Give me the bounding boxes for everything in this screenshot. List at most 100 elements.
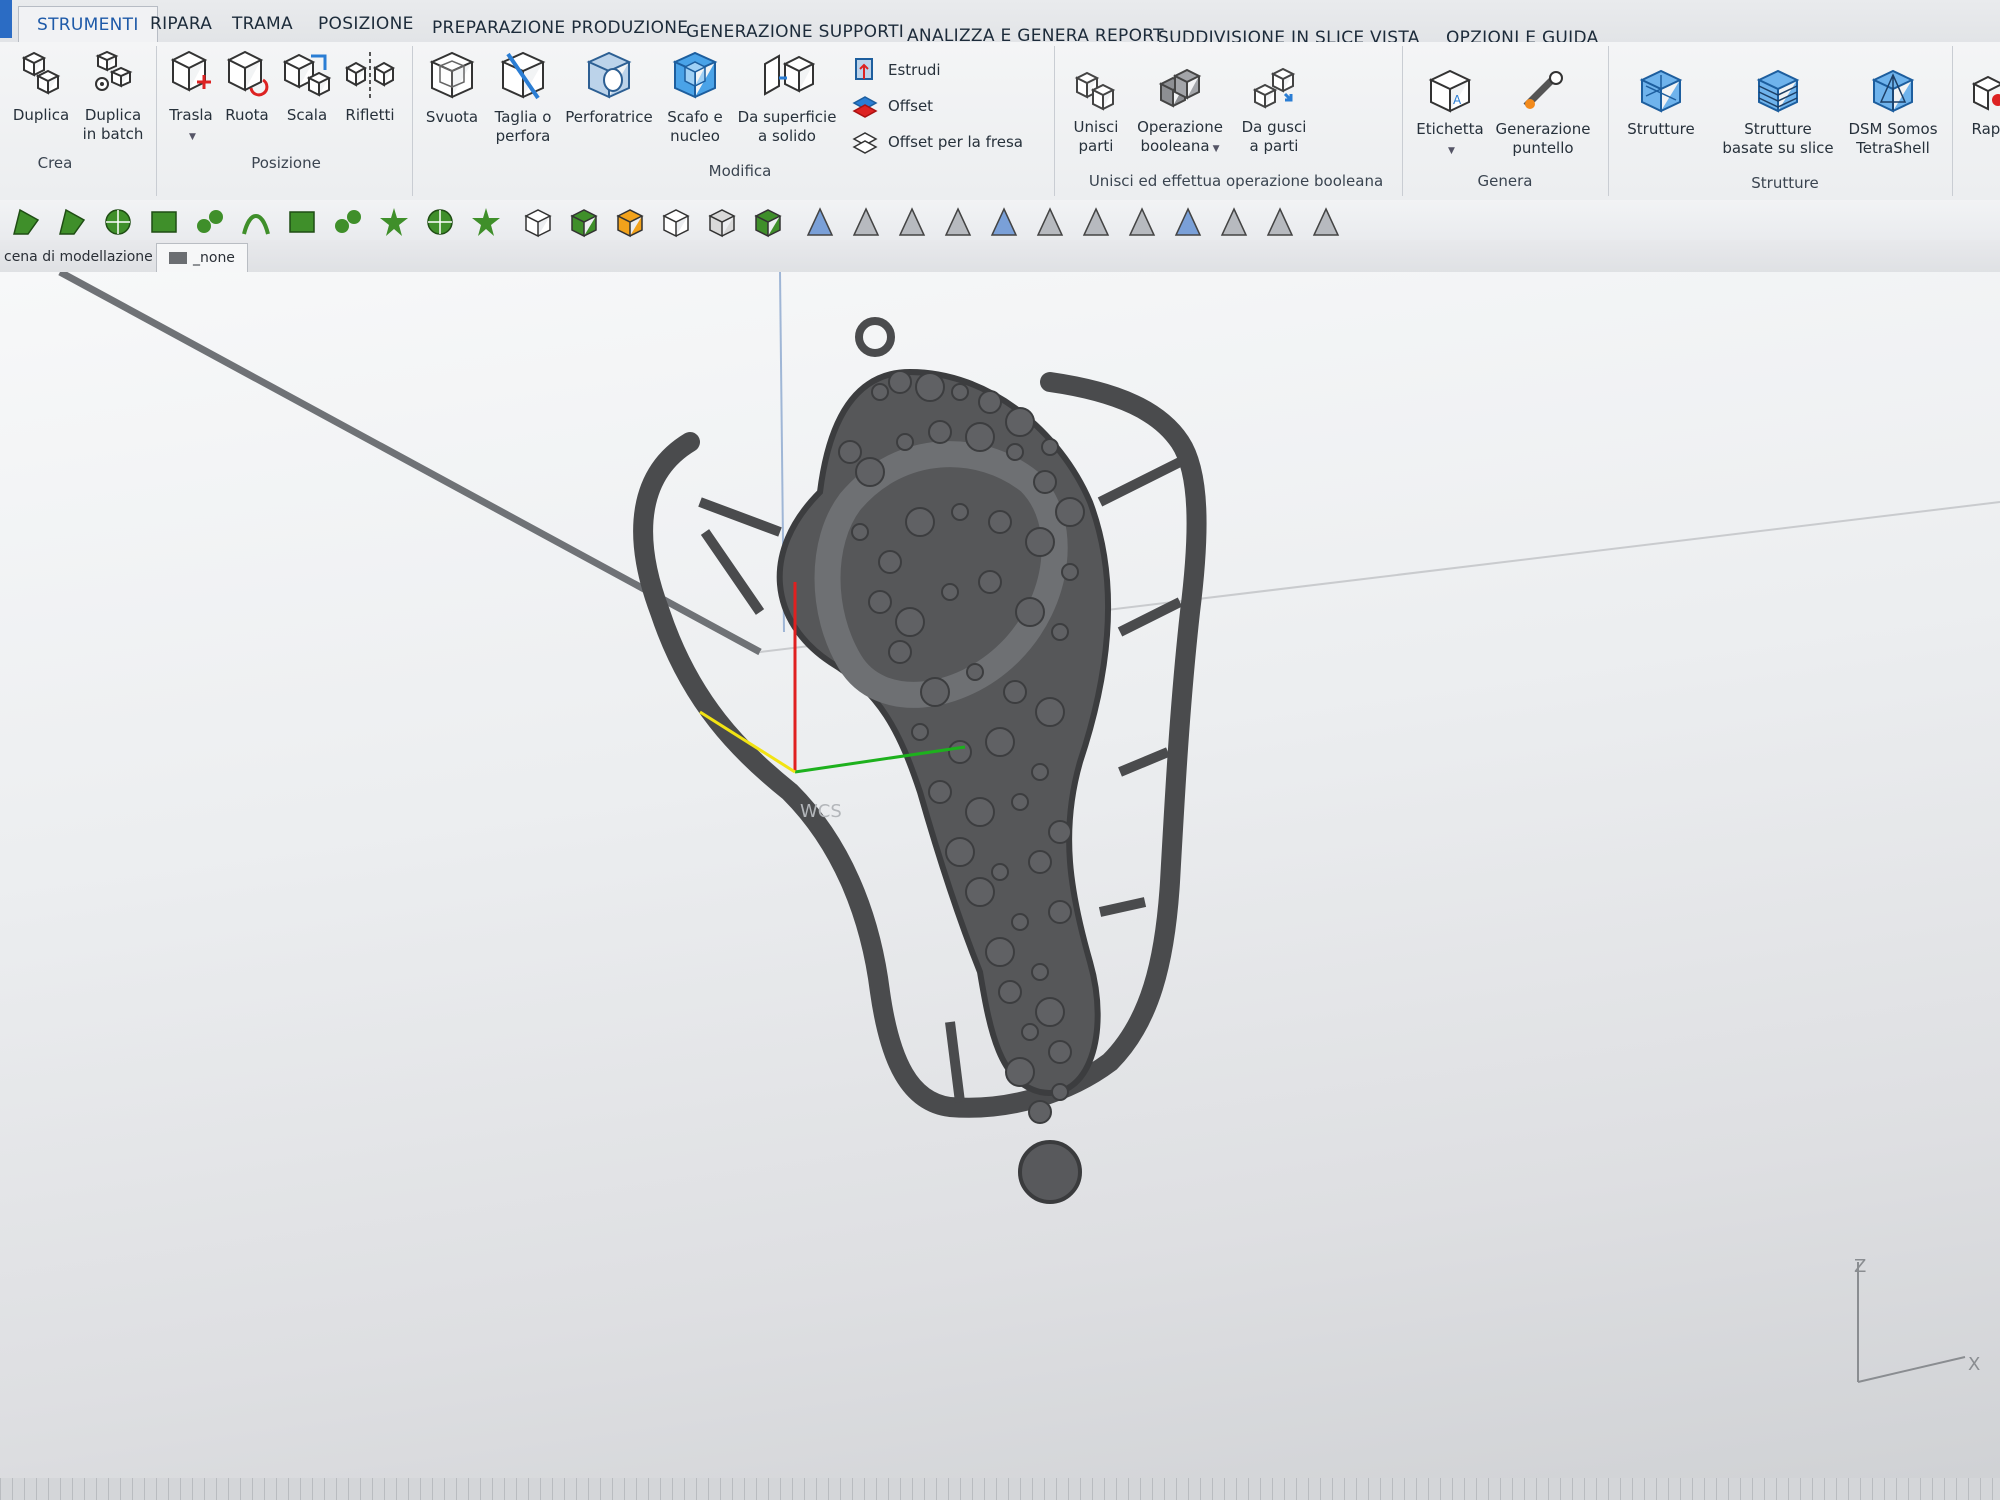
triangle-split-icon-graphic [898,207,926,236]
strutture-label: Strutture [1627,120,1695,138]
etichetta-button[interactable]: A Etichetta ▼ [1410,66,1490,161]
strutture-button[interactable]: Strutture [1618,66,1704,139]
view-top-icon[interactable] [568,206,600,238]
quick-toolbar [0,200,2000,240]
operazione-booleana-button[interactable]: Operazione booleana ▼ [1130,64,1230,159]
view-front-icon[interactable] [522,206,554,238]
tab-generazione-supporti[interactable]: GENERAZIONE SUPPORTI [686,22,904,42]
tab-ripara[interactable]: RIPARA [150,14,212,34]
wrap-icon[interactable] [378,206,410,238]
3d-viewport[interactable]: WCS Z X [0,272,2000,1500]
smooth-icon[interactable] [332,206,364,238]
perforatrice-button[interactable]: Perforatrice [562,50,656,127]
pave-stone [1028,850,1052,874]
duplica-batch-label: Duplica in batch [82,106,144,143]
triangle-tool-icon[interactable] [804,206,836,238]
select-blob-icon[interactable] [194,206,226,238]
strutture-slice-button[interactable]: Strutture basate su slice [1718,66,1838,158]
jewelry-pendant-model[interactable] [633,317,1207,1204]
scafo-nucleo-button[interactable]: Scafo e nucleo [660,50,730,146]
svuota-label: Svuota [425,108,479,126]
view-green-icon[interactable] [752,206,784,238]
offset-fresa-button[interactable]: Offset per la fresa [852,128,1023,156]
unisci-parti-button[interactable]: Unisci parti [1064,64,1128,156]
triangle-fill-icon[interactable] [1034,206,1066,238]
app-menu-button[interactable] [0,0,12,38]
da-gusci-button[interactable]: Da gusci a parti [1232,64,1316,156]
sphere-select-icon[interactable] [424,206,456,238]
superficie-solido-button[interactable]: Da superficie a solido [732,50,842,146]
view-top-icon-graphic [570,209,598,238]
center-stone [1018,1140,1082,1204]
pave-stone [941,583,959,601]
cut-icon [500,51,546,100]
pave-stone [991,863,1009,881]
triangle-mark-icon[interactable] [1264,206,1296,238]
bail-ring [855,317,895,357]
scafo-label: Scafo e nucleo [667,108,723,145]
group-modifica-label: Modifica [708,162,772,180]
select-region-icon[interactable] [102,206,134,238]
star-select-icon[interactable] [470,206,502,238]
rapid-button[interactable]: Rapi [1958,72,2000,139]
pave-stone [920,677,950,707]
view-box-icon-graphic [662,209,690,238]
smooth-icon-graphic [335,210,361,233]
tab-posizione[interactable]: POSIZIONE [318,14,414,34]
scene-tab-bar: cena di modellazione _none [0,240,2000,273]
rotate-icon [226,50,269,97]
ruota-button[interactable]: Ruota [218,48,276,125]
pave-stone [896,433,914,451]
view-iso-icon[interactable] [614,206,646,238]
trasla-button[interactable]: Trasla ▼ [162,48,220,147]
triangle-flat-icon-graphic [1128,207,1156,236]
select-box-icon[interactable] [148,206,180,238]
pave-stone [998,980,1022,1004]
pave-stone [1031,963,1049,981]
surface-to-solid-icon [764,54,815,96]
triangle-shade-icon[interactable] [1310,206,1342,238]
taglia-perfora-button[interactable]: Taglia o perfora [488,50,558,146]
offset-label: Offset [888,97,934,115]
tab-trama[interactable]: TRAMA [232,14,293,34]
select-edge-icon[interactable] [56,206,88,238]
pave-stone [911,723,929,741]
mesh-icon[interactable] [286,206,318,238]
select-edge-icon-graphic [59,208,86,235]
tab-strumenti[interactable]: STRUMENTI [18,6,158,43]
pave-stone [948,740,972,764]
view-green-icon-graphic [754,209,782,238]
select-curve-icon[interactable] [240,206,272,238]
triangle-fan-icon[interactable] [850,206,882,238]
view-red-icon[interactable] [706,206,738,238]
tab-preparazione-produzione[interactable]: PREPARAZIONE PRODUZIONE [432,18,688,38]
duplica-batch-button[interactable]: Duplica in batch [78,50,148,144]
pave-stone [855,457,885,487]
pave-stone [966,663,984,681]
triangle-split-icon[interactable] [896,206,928,238]
dsm-tetrashell-button[interactable]: DSM Somos TetraShell [1838,66,1948,158]
view-box-icon[interactable] [660,206,692,238]
pave-stone [1006,443,1024,461]
svuota-button[interactable]: Svuota [420,50,484,127]
triangle-add-icon[interactable] [942,206,974,238]
pave-stone [1041,438,1059,456]
generazione-puntello-button[interactable]: Generazione puntello [1490,66,1596,158]
offset-button[interactable]: Offset [852,92,933,120]
bottom-ruler [0,1478,2000,1500]
scene-canvas[interactable]: WCS Z X [0,272,2000,1500]
triangle-flat-icon[interactable] [1126,206,1158,238]
select-face-icon[interactable] [10,206,42,238]
rifletti-button[interactable]: Rifletti [338,48,402,125]
hollow-icon [429,51,475,99]
triangle-stack-icon[interactable] [1218,206,1250,238]
triangle-outline-icon[interactable] [1172,206,1204,238]
pave-stone [888,370,912,394]
triangle-delete-icon[interactable] [988,206,1020,238]
scene-tab-none[interactable]: _none [156,243,248,272]
scala-button[interactable]: Scala [278,48,336,125]
triangle-copy-icon[interactable] [1080,206,1112,238]
scene-tab-modellazione[interactable]: cena di modellazione [0,243,165,271]
duplica-button[interactable]: Duplica [6,50,76,125]
estrudi-button[interactable]: Estrudi [852,56,941,84]
